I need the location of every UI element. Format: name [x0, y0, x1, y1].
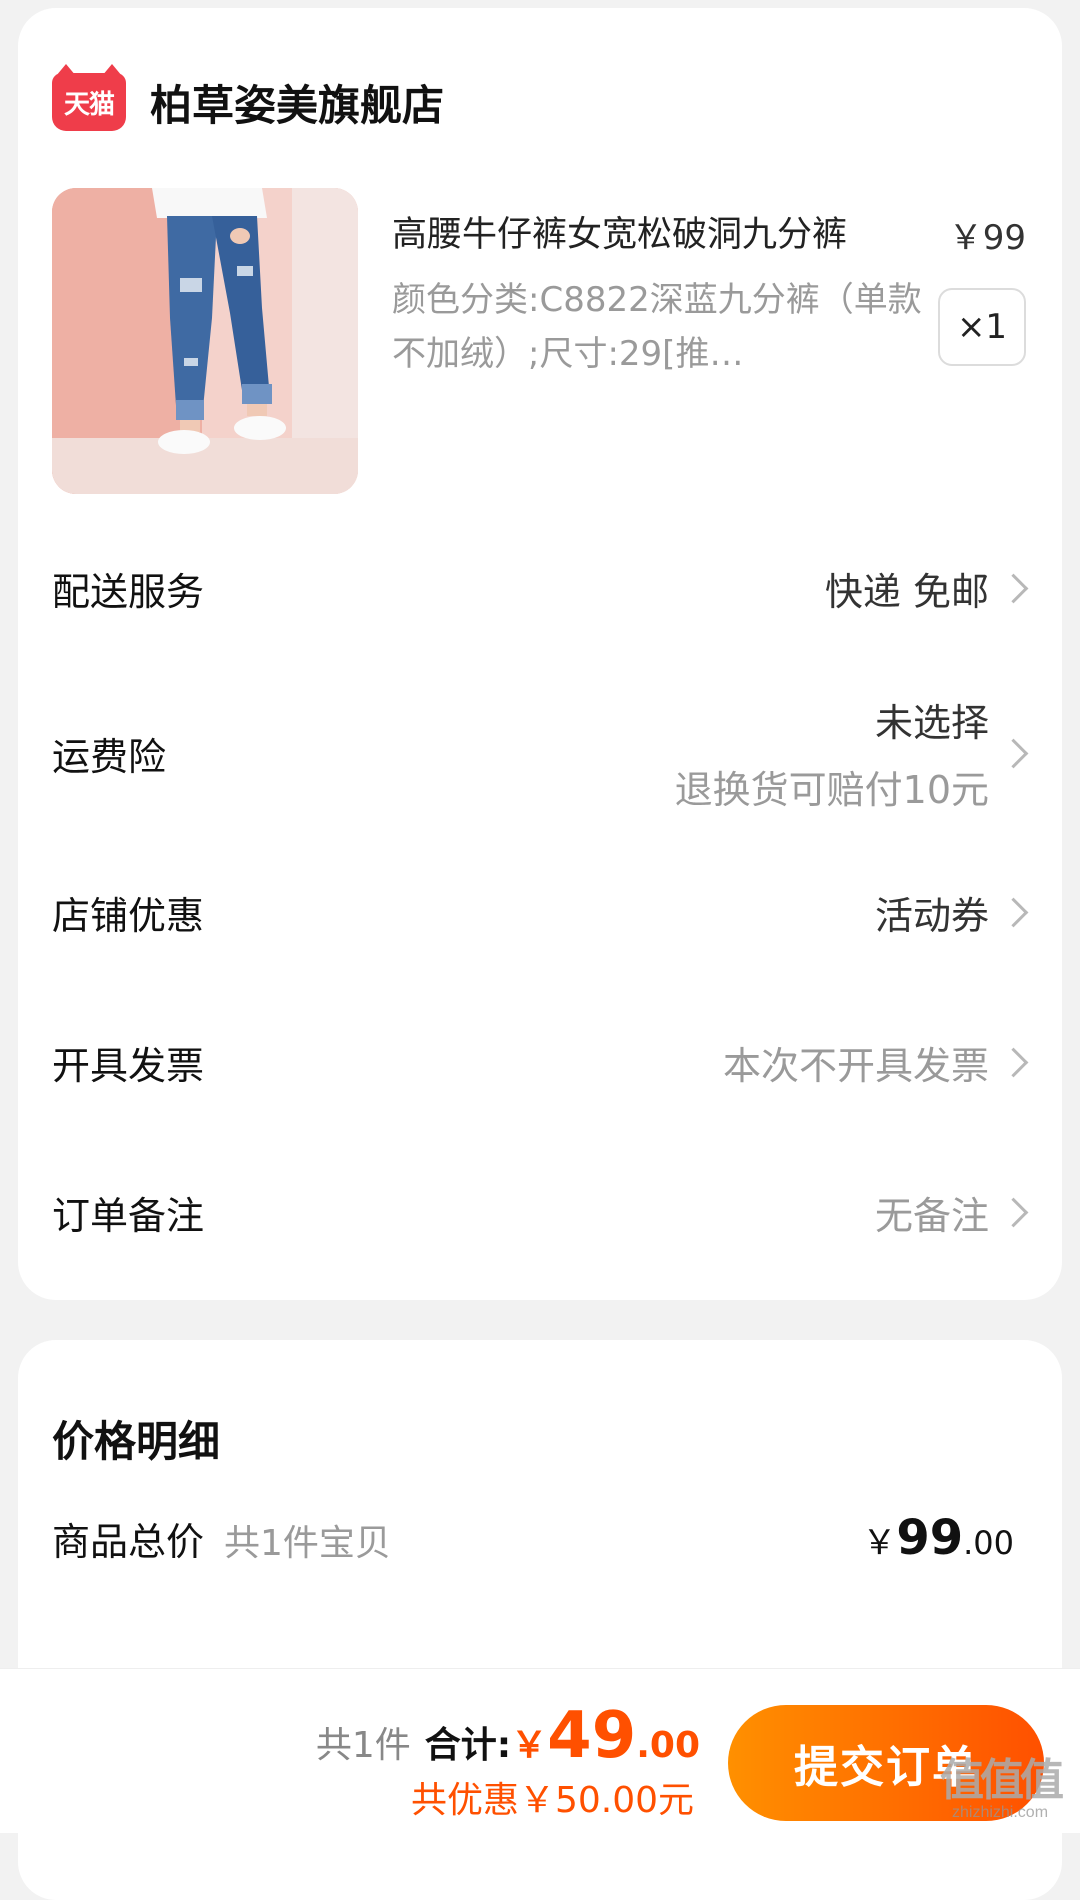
goods-total-int: 99	[896, 1510, 964, 1566]
product-price: ￥99	[948, 218, 1026, 258]
product-image[interactable]	[52, 188, 358, 494]
order-card: 天猫 柏草姿美旗舰店 高腰牛仔裤女宽松破洞九分裤 ￥99 颜色分类:C8822深…	[18, 8, 1062, 1300]
invoice-right: 本次不开具发票	[722, 1035, 1029, 1090]
store-header[interactable]: 天猫 柏草姿美旗舰店	[52, 62, 444, 142]
tmall-logo: 天猫	[52, 64, 126, 131]
discount-summary: 共优惠￥50.00元	[410, 1780, 694, 1821]
store-name[interactable]: 柏草姿美旗舰店	[150, 72, 444, 133]
goods-total-amount: ￥99.00	[862, 1510, 1014, 1566]
product-sku[interactable]: 颜色分类:C8822深蓝九分裤（单款不加绒）;尺寸:29[推…	[392, 273, 922, 381]
chevron-right-icon	[998, 573, 1029, 603]
chevron-right-icon	[998, 897, 1029, 927]
product-title[interactable]: 高腰牛仔裤女宽松破洞九分裤	[392, 206, 847, 257]
quantity-selector[interactable]: ×1	[938, 288, 1026, 366]
goods-total-row: 商品总价 共1件宝贝 ￥99.00	[52, 1510, 1028, 1566]
total-dec: .00	[636, 1725, 700, 1766]
shipping-insurance-sub: 退换货可赔付10元	[674, 768, 989, 812]
watermark: 值值值 zhizhizhi.com	[930, 1758, 1070, 1822]
order-note-value: 无备注	[874, 1193, 989, 1238]
tmall-logo-text: 天猫	[63, 89, 115, 120]
total-currency: ￥	[511, 1725, 548, 1766]
price-detail-title: 价格明细	[52, 1417, 221, 1466]
total-int: 49	[547, 1699, 637, 1773]
bottom-bar: 共1件 合计: ￥49.00 共优惠￥50.00元 提交订单	[0, 1668, 1080, 1833]
total-amount: ￥49.00	[511, 1699, 700, 1773]
order-note-row[interactable]: 订单备注 无备注	[52, 1172, 1029, 1252]
invoice-value: 本次不开具发票	[722, 1043, 989, 1088]
store-discount-row[interactable]: 店铺优惠 活动券	[52, 872, 1029, 952]
chevron-right-icon	[998, 1047, 1029, 1077]
goods-total-label: 商品总价	[52, 1519, 205, 1564]
total-label: 合计:	[424, 1725, 512, 1766]
jeans-photo	[52, 188, 358, 494]
delivery-label: 配送服务	[52, 569, 205, 614]
delivery-row[interactable]: 配送服务 快递 免邮	[52, 548, 1029, 628]
total-line: 共1件 合计: ￥49.00	[316, 1699, 700, 1773]
goods-total-hint: 共1件宝贝	[224, 1522, 391, 1564]
order-note-right: 无备注	[874, 1185, 1029, 1240]
invoice-label: 开具发票	[52, 1043, 205, 1088]
shipping-insurance-right: 未选择 退换货可赔付10元	[675, 692, 1029, 814]
chevron-right-icon	[998, 738, 1029, 768]
store-discount-value: 活动券	[874, 893, 989, 938]
shipping-insurance-row[interactable]: 运费险 未选择 退换货可赔付10元	[52, 688, 1029, 818]
store-discount-label: 店铺优惠	[52, 893, 205, 938]
shipping-insurance-value: 未选择 退换货可赔付10元	[675, 692, 989, 814]
goods-total-left: 商品总价 共1件宝贝	[52, 1511, 391, 1566]
delivery-right: 快递 免邮	[824, 561, 1029, 616]
delivery-value: 快递 免邮	[824, 569, 989, 614]
shipping-insurance-status: 未选择	[874, 701, 989, 745]
chevron-right-icon	[998, 1197, 1029, 1227]
store-discount-right: 活动券	[874, 885, 1029, 940]
total-count: 共1件	[315, 1725, 411, 1766]
goods-total-currency: ￥	[862, 1523, 897, 1563]
invoice-row[interactable]: 开具发票 本次不开具发票	[52, 1022, 1029, 1102]
shipping-insurance-label: 运费险	[52, 734, 167, 779]
watermark-site: zhizhizhi.com	[951, 1804, 1049, 1821]
order-note-label: 订单备注	[52, 1193, 205, 1238]
goods-total-dec: .00	[963, 1524, 1014, 1562]
watermark-mark: 值值值	[940, 1756, 1064, 1805]
